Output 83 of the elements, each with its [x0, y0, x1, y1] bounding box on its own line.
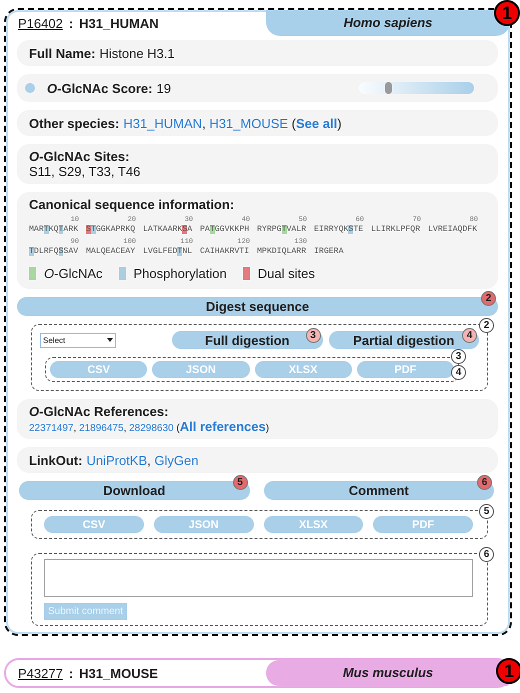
punctuation-text: (: [175, 423, 180, 434]
highlighted-residue: T: [177, 247, 182, 256]
separator-text: :: [68, 16, 74, 30]
separator-text: :: [68, 666, 74, 680]
protein-name: H31_MOUSE: [79, 666, 158, 680]
highlighted-residue: S: [348, 225, 354, 234]
highlighted-residue: T: [210, 225, 215, 234]
section-title: Canonical sequence information:: [29, 197, 234, 212]
highlighted-residue: S: [86, 225, 91, 234]
field-label: Other species:: [29, 116, 120, 130]
sequence-text: MALQEACEAY: [86, 247, 136, 256]
number-badge: 5: [232, 475, 248, 490]
highlighted-residue: S: [182, 225, 188, 234]
highlighted-residue: S: [58, 247, 64, 256]
sequence-text: ARK: [63, 225, 78, 234]
legend-label: O-GlcNAc: [44, 266, 103, 281]
highlighted-residue: T: [282, 225, 286, 234]
sequence-text: EIRRYQK: [314, 225, 348, 234]
punctuation-text: ,: [147, 452, 152, 468]
number-badge: 5: [479, 504, 494, 519]
sequence-text: NL: [182, 247, 192, 256]
sequence-text: A: [187, 225, 192, 234]
legend-label: Phosphorylation: [134, 266, 227, 281]
link[interactable]: 21896475: [79, 423, 124, 434]
number-badge: 1: [494, 0, 520, 26]
field-value: S11, S29, T33, T46: [29, 164, 140, 179]
select-dropdown[interactable]: Select: [40, 332, 116, 348]
number-badge: 6: [479, 547, 494, 562]
link[interactable]: 22371497: [29, 423, 74, 434]
number-badge: 6: [477, 475, 492, 490]
punctuation-text: ,: [124, 423, 128, 434]
highlighted-residue: T: [29, 247, 34, 256]
sequence-text: GGVKKPH: [214, 225, 250, 234]
accession-link[interactable]: P43277: [18, 666, 63, 680]
accession-link[interactable]: P16402: [18, 16, 63, 30]
field-label: O-GlcNAc References:: [29, 404, 168, 419]
highlighted-residue: T: [44, 225, 49, 234]
number-badge: 2: [479, 318, 494, 333]
punctuation-text: (: [290, 116, 296, 130]
score-value: 19: [156, 80, 171, 96]
field-label: LinkOut:: [29, 452, 82, 468]
sequence-text: IRGERA: [314, 247, 344, 256]
sequence-text: SAV: [63, 247, 78, 256]
protein-name: H31_HUMAN: [79, 16, 159, 30]
field-label: O-GlcNAc Sites:: [29, 149, 130, 164]
sequence-text: GGKAPRKQ: [96, 225, 136, 234]
sequence-text: LVREIAQDFK: [428, 225, 478, 234]
field-label: Full Name:: [29, 46, 96, 60]
sequence-text: MPKDIQLARR: [257, 247, 306, 256]
sequence-text: LVGLFED: [143, 247, 178, 256]
link[interactable]: GlyGen: [154, 452, 198, 468]
number-badge: 4: [462, 328, 477, 343]
help-icon[interactable]: [25, 83, 35, 93]
field-value: Histone H3.1: [99, 46, 175, 60]
link[interactable]: H31_MOUSE: [209, 116, 288, 130]
punctuation-text: ,: [202, 116, 207, 130]
punctuation-text: ): [266, 423, 270, 434]
link[interactable]: H31_HUMAN: [123, 116, 202, 130]
sequence-text: DLRFQ: [34, 247, 58, 256]
punctuation-text: ): [337, 116, 342, 130]
sequence-text: TE: [353, 225, 364, 234]
link[interactable]: See all: [296, 116, 338, 130]
field-label: O-GlcNAc Score:: [47, 80, 152, 96]
link[interactable]: 28298630: [129, 423, 174, 434]
number-badge: 3: [451, 349, 466, 364]
number-badge: 1: [496, 658, 520, 684]
number-badge: 4: [451, 365, 466, 380]
number-badge: 2: [481, 291, 496, 306]
sequence-text: RYRPG: [257, 225, 282, 234]
highlighted-residue: T: [58, 225, 64, 234]
punctuation-text: ,: [74, 423, 78, 434]
sequence-text: MAR: [29, 225, 44, 234]
legend-label: Dual sites: [258, 266, 315, 281]
highlighted-residue: T: [90, 225, 96, 234]
sequence-text: CAIHAKRVTI: [200, 247, 250, 256]
link[interactable]: UniProtKB: [86, 452, 148, 468]
comment-field[interactable]: [44, 559, 473, 597]
sequence-text: PA: [200, 225, 210, 234]
link[interactable]: All references: [180, 419, 266, 434]
sequence-text: LLIRKLPFQR: [371, 225, 420, 234]
sequence-text: KQ: [48, 225, 58, 234]
sequence-text: VALR: [286, 225, 306, 234]
sequence-text: LATKAARK: [143, 225, 182, 234]
